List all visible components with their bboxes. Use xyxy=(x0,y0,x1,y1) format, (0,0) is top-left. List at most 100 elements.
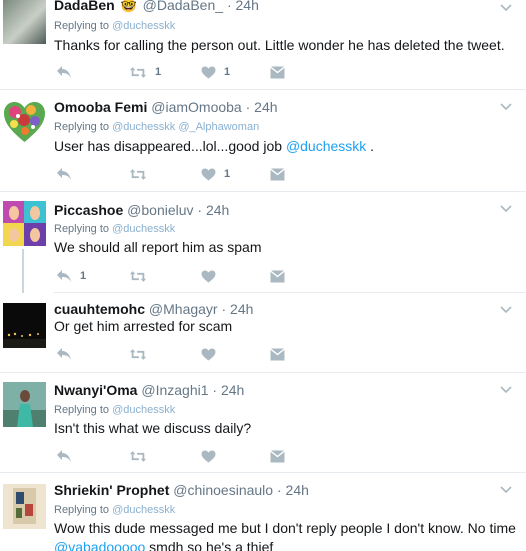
timestamp[interactable]: 24h xyxy=(254,99,277,115)
replying-to-link[interactable]: @duchesskk xyxy=(112,20,175,32)
avatar[interactable] xyxy=(3,303,46,348)
reply-icon xyxy=(56,269,72,283)
avatar[interactable] xyxy=(3,201,46,246)
like-button[interactable]: 1 xyxy=(201,166,230,182)
reply-button[interactable] xyxy=(56,166,72,182)
direct-message-button[interactable] xyxy=(270,448,285,464)
username-handle[interactable]: @DadaBen_ xyxy=(143,0,223,13)
retweet-button[interactable] xyxy=(129,346,147,362)
like-button[interactable] xyxy=(201,268,216,284)
tweet-text: Thanks for calling the person out. Littl… xyxy=(54,37,505,53)
username-handle[interactable]: @Inzaghi1 xyxy=(141,382,208,398)
display-name[interactable]: Shriekin' Prophet xyxy=(54,482,169,498)
retweet-icon xyxy=(129,348,147,361)
retweet-icon xyxy=(129,450,147,463)
direct-message-button[interactable] xyxy=(270,268,285,284)
username-handle[interactable]: @Mhagayr xyxy=(149,301,218,317)
like-button[interactable] xyxy=(201,448,216,464)
tweet-actions: 1 xyxy=(56,166,296,182)
chevron-down-icon[interactable] xyxy=(500,4,512,12)
heart-icon xyxy=(201,348,216,361)
replying-to-link[interactable]: @duchesskk xyxy=(112,504,175,516)
avatar[interactable] xyxy=(3,484,46,529)
envelope-icon xyxy=(270,66,285,79)
username-handle[interactable]: @chinoesinaulo xyxy=(173,482,273,498)
display-name[interactable]: Nwanyi'Oma xyxy=(54,382,137,398)
mention-link[interactable]: @vabadooooo xyxy=(54,539,145,551)
replying-to-link[interactable]: @duchesskk xyxy=(112,404,175,416)
timestamp[interactable]: 24h xyxy=(286,482,309,498)
heart-icon xyxy=(201,450,216,463)
replying-to: Replying to @duchesskk xyxy=(54,20,176,32)
reply-icon xyxy=(56,347,72,361)
timestamp[interactable]: 24h xyxy=(236,0,259,13)
heart-icon xyxy=(201,66,216,79)
tweet-header: cuauhtemohc @Mhagayr · 24h xyxy=(54,301,254,317)
chevron-down-icon[interactable] xyxy=(500,306,512,314)
tweet-actions xyxy=(56,448,296,464)
envelope-icon xyxy=(270,270,285,283)
reply-icon xyxy=(56,449,72,463)
display-name[interactable]: Omooba Femi xyxy=(54,99,147,115)
tweet-text: We should all report him as spam xyxy=(54,239,262,255)
tweet-actions: 1 1 xyxy=(56,64,296,80)
tweet[interactable]: Shriekin' Prophet @chinoesinaulo · 24h R… xyxy=(0,473,526,551)
chevron-down-icon[interactable] xyxy=(500,386,512,394)
avatar[interactable] xyxy=(3,100,46,145)
tweet[interactable]: cuauhtemohc @Mhagayr · 24h Or get him ar… xyxy=(0,293,526,373)
username-handle[interactable]: @bonieluv xyxy=(127,202,193,218)
reply-button[interactable] xyxy=(56,448,72,464)
replying-to-link[interactable]: @_Alphawoman xyxy=(178,121,259,133)
retweet-button[interactable]: 1 xyxy=(129,64,161,80)
replying-to-link[interactable]: @duchesskk xyxy=(112,121,175,133)
tweet-header: Nwanyi'Oma @Inzaghi1 · 24h xyxy=(54,382,245,398)
mention-link[interactable]: @duchesskk xyxy=(286,138,366,154)
envelope-icon xyxy=(270,168,285,181)
tweet[interactable]: Omooba Femi @iamOmooba · 24h Replying to… xyxy=(0,90,526,192)
retweet-button[interactable] xyxy=(129,448,147,464)
tweet[interactable]: Nwanyi'Oma @Inzaghi1 · 24h Replying to @… xyxy=(0,373,526,473)
chevron-down-icon[interactable] xyxy=(500,103,512,111)
username-handle[interactable]: @iamOmooba xyxy=(151,99,241,115)
heart-icon xyxy=(201,270,216,283)
tweet-text: Or get him arrested for scam xyxy=(54,318,233,334)
tweet[interactable]: DadaBen 🤓 @DadaBen_ · 24h Replying to @d… xyxy=(0,0,526,90)
retweet-button[interactable] xyxy=(129,166,147,182)
tweet[interactable]: Piccashoe @bonieluv · 24h Replying to @d… xyxy=(0,192,526,295)
timestamp[interactable]: 24h xyxy=(221,382,244,398)
direct-message-button[interactable] xyxy=(270,346,285,362)
direct-message-button[interactable] xyxy=(270,166,285,182)
reply-button[interactable]: 1 xyxy=(56,268,86,284)
avatar[interactable] xyxy=(3,382,46,427)
like-count: 1 xyxy=(224,66,231,78)
retweet-icon xyxy=(129,66,147,79)
replying-to-link[interactable]: @duchesskk xyxy=(112,223,175,235)
display-name[interactable]: DadaBen xyxy=(54,0,115,13)
replying-to: Replying to @duchesskk @_Alphawoman xyxy=(54,121,260,133)
timestamp[interactable]: 24h xyxy=(206,202,229,218)
tweet-text: Isn't this what we discuss daily? xyxy=(54,420,252,436)
chevron-down-icon[interactable] xyxy=(500,486,512,494)
reply-button[interactable] xyxy=(56,346,72,362)
display-name[interactable]: cuauhtemohc xyxy=(54,301,145,317)
tweet-text: Wow this dude messaged me but I don't re… xyxy=(54,519,516,551)
reply-icon xyxy=(56,65,72,79)
display-name[interactable]: Piccashoe xyxy=(54,202,123,218)
tweet-header: Omooba Femi @iamOmooba · 24h xyxy=(54,99,278,115)
reply-button[interactable] xyxy=(56,64,72,80)
tweet-header: DadaBen 🤓 @DadaBen_ · 24h xyxy=(54,0,259,15)
timestamp[interactable]: 24h xyxy=(230,301,253,317)
replying-to: Replying to @duchesskk xyxy=(54,223,176,235)
like-button[interactable] xyxy=(201,346,216,362)
retweet-button[interactable] xyxy=(129,268,147,284)
tweet-header: Shriekin' Prophet @chinoesinaulo · 24h xyxy=(54,482,309,498)
replying-to: Replying to @duchesskk xyxy=(54,504,176,516)
chevron-down-icon[interactable] xyxy=(500,205,512,213)
tweet-text: User has disappeared...lol...good job @d… xyxy=(54,138,375,154)
reply-icon xyxy=(56,167,72,181)
retweet-icon xyxy=(129,270,147,283)
direct-message-button[interactable] xyxy=(270,64,285,80)
avatar[interactable] xyxy=(3,0,46,44)
like-button[interactable]: 1 xyxy=(201,64,230,80)
thread-line xyxy=(22,249,24,295)
